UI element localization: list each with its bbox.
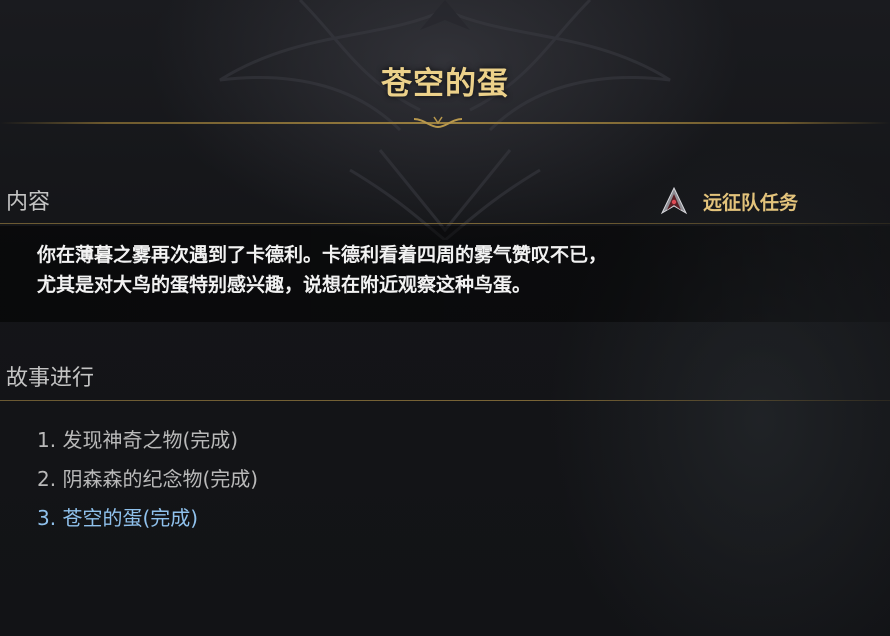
quest-detail-panel: 苍空的蛋 内容 远征队任务 你在薄暮之雾再次遇到了卡德利。卡德利看着四周的雾气赞… (0, 0, 890, 636)
content-section-header: 内容 (6, 190, 51, 215)
story-step: 2. 阴森森的纪念物(完成) (37, 467, 259, 491)
content-divider (0, 223, 890, 224)
quest-type-badge: 远征队任务 (659, 186, 798, 216)
story-section-header: 故事进行 (6, 366, 95, 391)
description-line: 尤其是对大鸟的蛋特别感兴趣，说想在附近观察这种鸟蛋。 (37, 274, 532, 296)
quest-title: 苍空的蛋 (381, 66, 509, 102)
expedition-quest-icon (660, 186, 688, 215)
story-step-current: 3. 苍空的蛋(完成) (37, 506, 199, 530)
quest-type-label: 远征队任务 (702, 191, 798, 214)
quest-description: 你在薄暮之雾再次遇到了卡德利。卡德利看着四周的雾气赞叹不已， 尤其是对大鸟的蛋特… (37, 240, 817, 300)
description-line: 你在薄暮之雾再次遇到了卡德利。卡德利看着四周的雾气赞叹不已， (37, 244, 608, 266)
story-divider (0, 400, 890, 401)
story-step: 1. 发现神奇之物(完成) (37, 428, 239, 452)
title-flourish-icon (413, 116, 463, 129)
story-step-list: 1. 发现神奇之物(完成) 2. 阴森森的纪念物(完成) 3. 苍空的蛋(完成) (37, 421, 258, 538)
